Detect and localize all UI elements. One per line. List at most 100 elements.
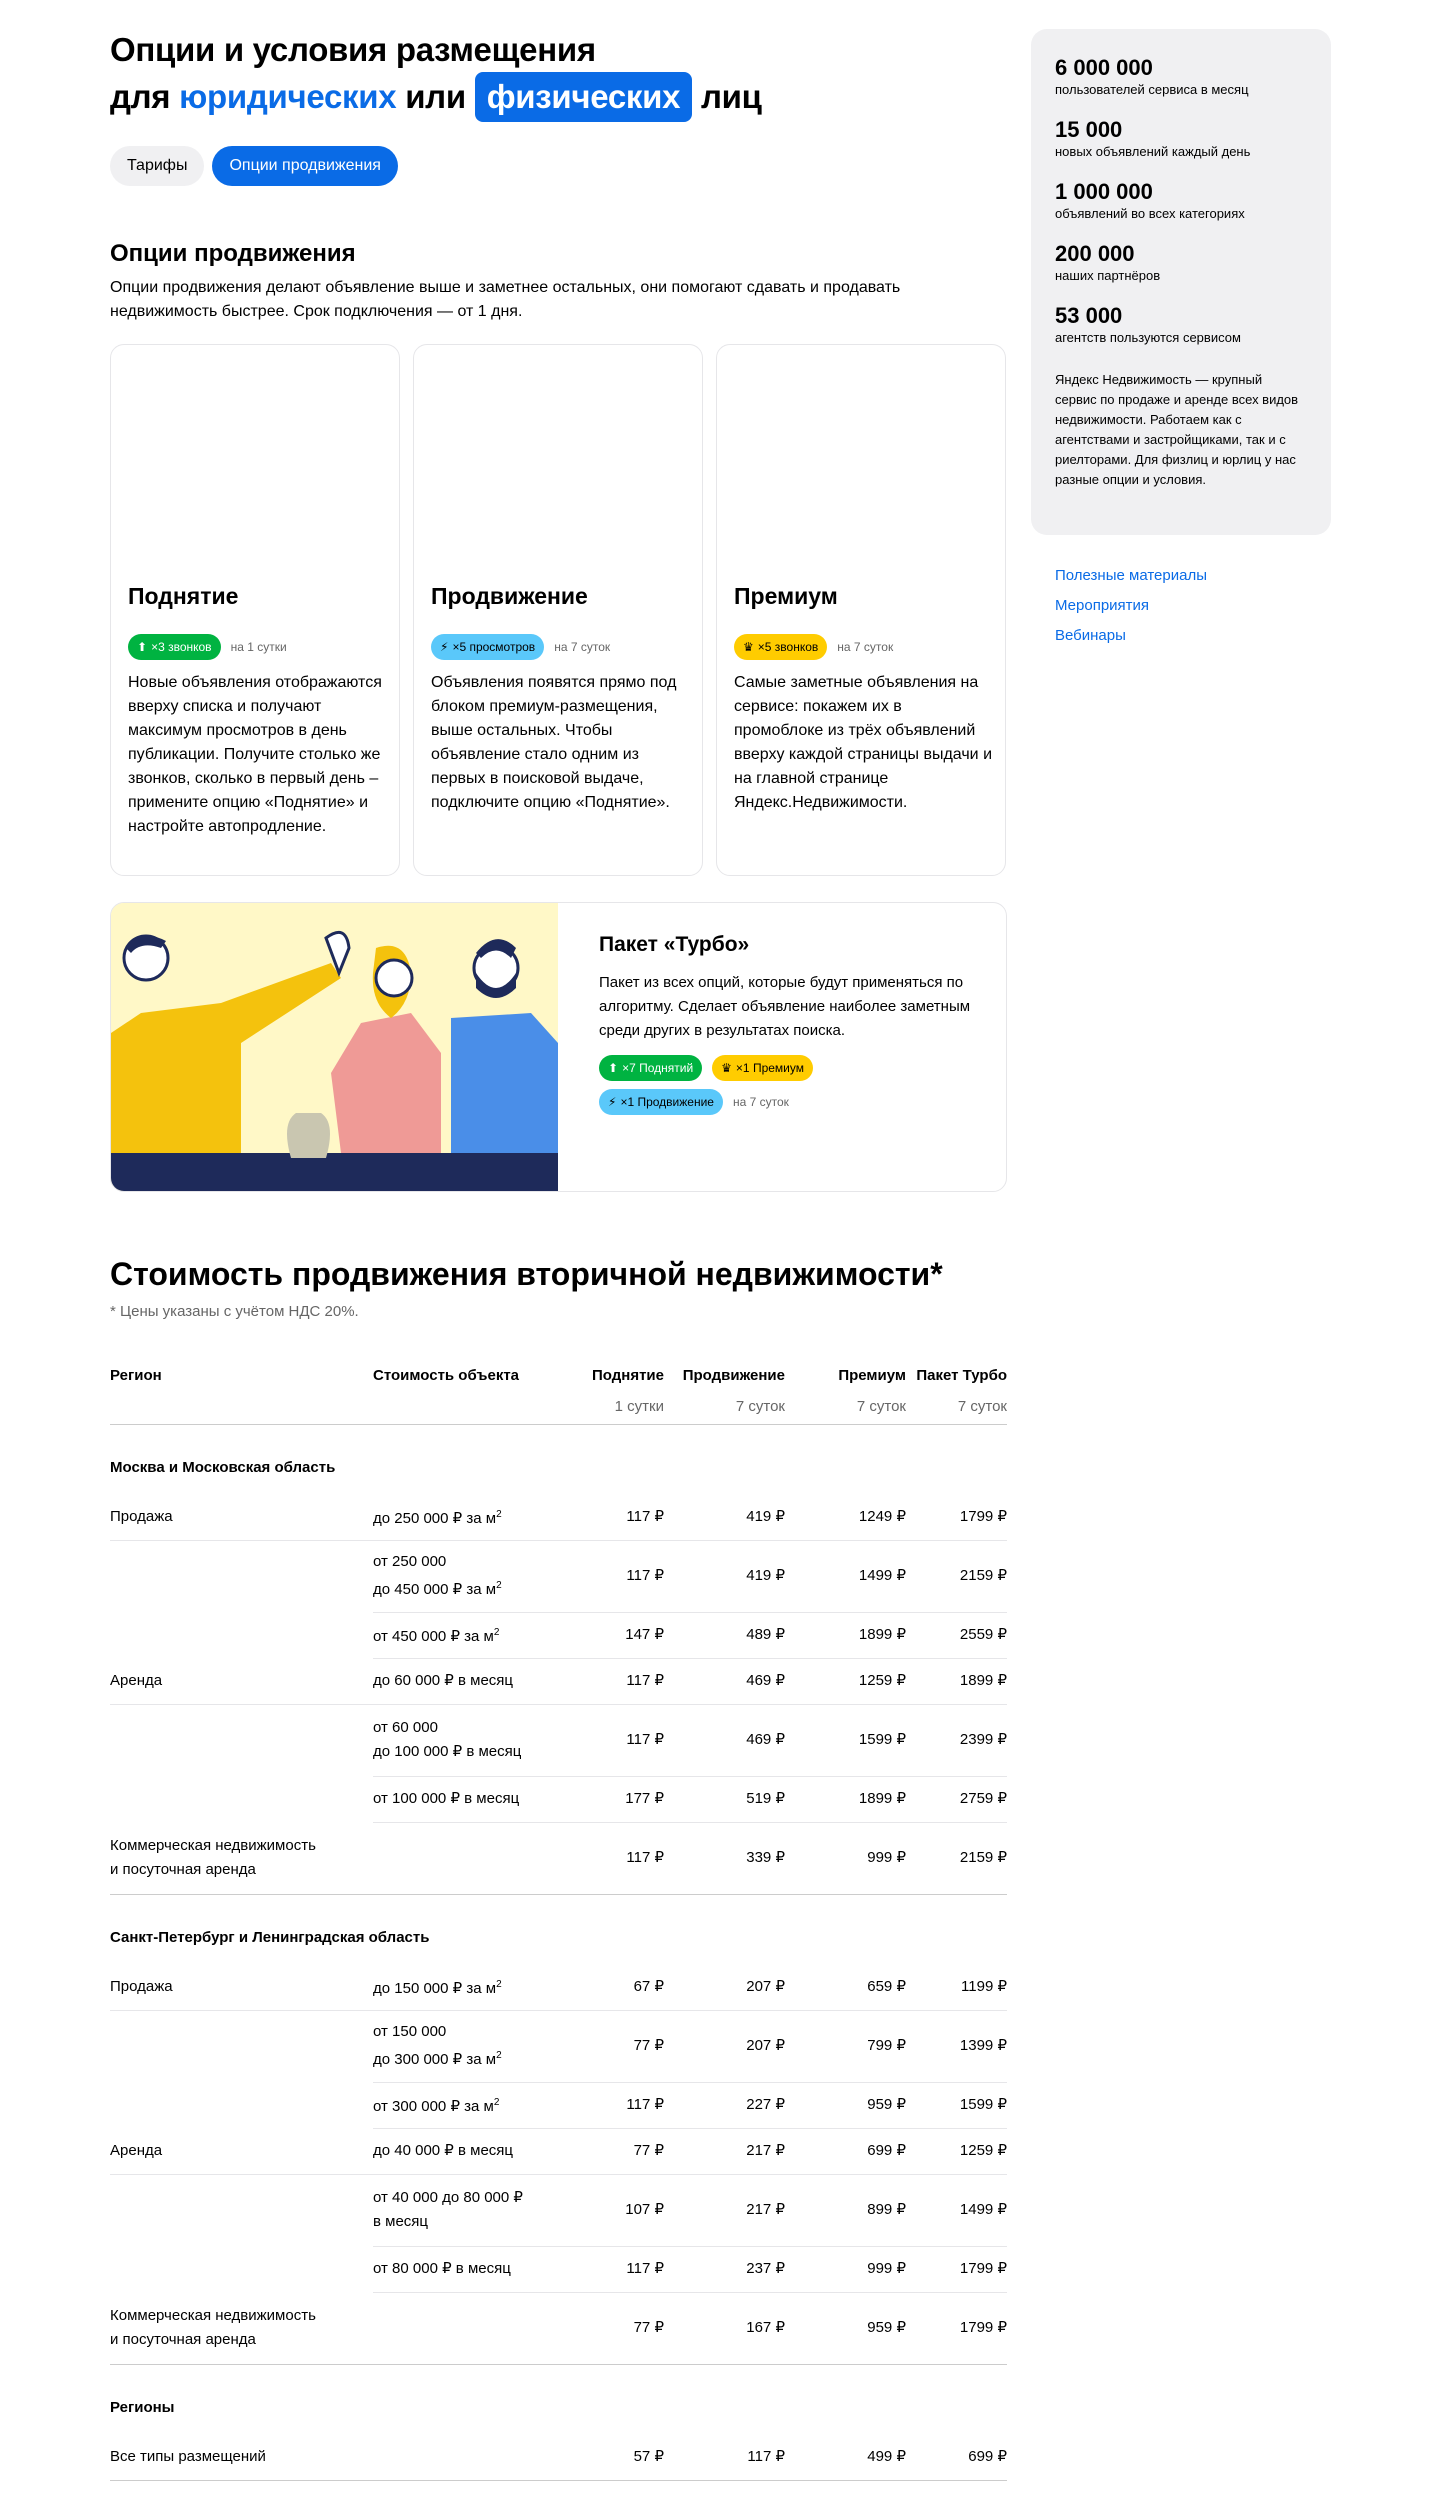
table-row: Коммерческая недвижимость и посуточная ар… xyxy=(110,1822,1007,1895)
badge-text: ×1 Продвижение xyxy=(620,1095,714,1109)
price-cell: 57 ₽ xyxy=(553,2434,664,2481)
promo-intro: Опции продвижения делают объявление выше… xyxy=(110,279,901,320)
row-type xyxy=(110,1704,373,1776)
object-text2: в месяц xyxy=(373,2213,429,2230)
stat-number: 1 000 000 xyxy=(1055,179,1153,204)
price-cell: 117 ₽ xyxy=(553,2082,664,2129)
price-cell: 1259 ₽ xyxy=(906,2128,1007,2175)
object-text: от 300 000 ₽ за м xyxy=(373,2098,494,2115)
table-row: Все типы размещений 57 ₽117 ₽499 ₽699 ₽ xyxy=(110,2434,1007,2481)
turbo-body: Пакет «Турбо» Пакет из всех опций, котор… xyxy=(599,933,979,1115)
link-useful-materials[interactable]: Полезные материалы xyxy=(1055,561,1331,591)
row-object: от 250 000 до 450 000 ₽ за м2 xyxy=(373,1540,553,1613)
lightning-icon: ⚡ xyxy=(608,1095,617,1109)
price-cell: 1799 ₽ xyxy=(906,1494,1007,1541)
row-type: Все типы размещений xyxy=(110,2434,373,2481)
tab-promo-options[interactable]: Опции продвижения xyxy=(212,146,398,186)
card-period: на 7 суток xyxy=(554,640,611,654)
price-cell: 217 ₽ xyxy=(664,2174,785,2247)
price-cell: 959 ₽ xyxy=(785,2292,906,2365)
turbo-desc: Пакет из всех опций, которые будут приме… xyxy=(599,974,971,1039)
lightning-icon: ⚡ xyxy=(440,640,449,654)
object-text: до 250 000 ₽ за м xyxy=(373,1509,497,1527)
stat-item: 200 000 наших партнёров xyxy=(1055,240,1307,284)
period-promotion: 7 суток xyxy=(664,1390,785,1425)
table-header: Регион Стоимость объекта Поднятие Продви… xyxy=(110,1360,1007,1390)
row-type-text: Коммерческая недвижимость xyxy=(110,2306,316,2324)
price-cell: 117 ₽ xyxy=(664,2434,785,2481)
row-type: Продажа xyxy=(110,1964,373,2011)
price-cell: 117 ₽ xyxy=(553,1540,664,1613)
object-text: до 40 000 ₽ в месяц xyxy=(373,2142,514,2159)
physical-persons-toggle[interactable]: физических xyxy=(474,72,693,122)
row-type-text: Коммерческая недвижимость xyxy=(110,1836,316,1854)
row-type xyxy=(110,2174,373,2246)
row-type xyxy=(110,2010,373,2082)
price-cell: 419 ₽ xyxy=(664,1494,785,1541)
row-type-text: Аренда xyxy=(110,1671,163,1689)
group-name: Москва и Московская область xyxy=(110,1459,336,1476)
legal-persons-link[interactable]: юридических xyxy=(179,78,396,115)
badge-text: ×5 звонков xyxy=(757,640,819,654)
price-cell: 419 ₽ xyxy=(664,1540,785,1613)
row-object: до 250 000 ₽ за м2 xyxy=(373,1494,553,1541)
period-empty xyxy=(373,1390,553,1425)
row-type-text: Продажа xyxy=(110,1977,173,1995)
price-cell: 147 ₽ xyxy=(553,1612,664,1659)
card-desc: Объявления появятся прямо под блоком пре… xyxy=(431,674,677,811)
badge-text: ×3 звонков xyxy=(151,640,212,654)
price-cell: 2559 ₽ xyxy=(906,1612,1007,1659)
turbo-title: Пакет «Турбо» xyxy=(599,933,750,956)
row-type xyxy=(110,1776,373,1822)
price-cell: 469 ₽ xyxy=(664,1704,785,1777)
crown-icon: ♛ xyxy=(743,640,754,654)
card-desc: Новые объявления отображаются вверху спи… xyxy=(128,674,382,835)
col-region: Регион xyxy=(110,1366,162,1384)
table-row: Коммерческая недвижимость и посуточная ар… xyxy=(110,2292,1007,2365)
price-cell: 1399 ₽ xyxy=(906,2010,1007,2083)
price-cell: 1499 ₽ xyxy=(906,2174,1007,2247)
promo-heading: Опции продвижения xyxy=(110,240,356,267)
price-cell: 117 ₽ xyxy=(553,1822,664,1895)
row-object xyxy=(373,2434,553,2481)
price-cell: 1599 ₽ xyxy=(906,2082,1007,2129)
price-cell: 2159 ₽ xyxy=(906,1540,1007,1613)
link-webinars[interactable]: Вебинары xyxy=(1055,621,1331,651)
stat-item: 53 000 агентств пользуются сервисом xyxy=(1055,302,1307,346)
card-promotion: Продвижение ⚡ ×5 просмотров на 7 суток Об… xyxy=(413,344,703,876)
row-type xyxy=(110,2246,373,2292)
price-cell: 117 ₽ xyxy=(553,1658,664,1705)
price-cell: 959 ₽ xyxy=(785,2082,906,2129)
price-cell: 899 ₽ xyxy=(785,2174,906,2247)
object-text: до 150 000 ₽ за м xyxy=(373,1979,497,1997)
premium-badge: ♛ ×5 звонков xyxy=(734,634,828,660)
title-line1: Опции и условия размещения xyxy=(110,31,596,68)
row-object: от 300 000 ₽ за м2 xyxy=(373,2082,553,2129)
stat-number: 6 000 000 xyxy=(1055,55,1153,80)
pricing-table: Регион Стоимость объекта Поднятие Продви… xyxy=(110,1360,1007,2481)
row-type-text: Аренда xyxy=(110,2141,163,2159)
price-cell: 999 ₽ xyxy=(785,1822,906,1895)
col-premium: Премиум xyxy=(838,1366,906,1384)
object-text: от 40 000 до 80 000 ₽ xyxy=(373,2189,523,2206)
price-cell: 217 ₽ xyxy=(664,2128,785,2175)
price-cell: 167 ₽ xyxy=(664,2292,785,2365)
object-text: от 80 000 ₽ в месяц xyxy=(373,2260,511,2277)
promotion-badge: ⚡ ×1 Продвижение xyxy=(599,1089,723,1115)
title-for: для xyxy=(110,78,171,115)
tab-tariffs[interactable]: Тарифы xyxy=(110,146,205,186)
people-illustration-svg xyxy=(111,903,558,1191)
card-meta: ⚡ ×5 просмотров на 7 суток xyxy=(431,634,610,660)
group-name: Санкт-Петербург и Ленинградская область xyxy=(110,1929,430,1946)
card-title: Продвижение xyxy=(431,583,588,609)
stat-number: 200 000 xyxy=(1055,241,1135,266)
price-cell: 699 ₽ xyxy=(906,2434,1007,2481)
pricing-body: Москва и Московская область Продажа до 250… xyxy=(110,1424,1007,2481)
link-events[interactable]: Мероприятия xyxy=(1055,591,1331,621)
price-cell: 1899 ₽ xyxy=(785,1776,906,1823)
arrow-up-icon: ⬆ xyxy=(137,640,148,654)
price-cell: 67 ₽ xyxy=(553,1964,664,2011)
badge-text: ×5 просмотров xyxy=(452,640,536,654)
price-cell: 117 ₽ xyxy=(553,1704,664,1777)
object-text: от 100 000 ₽ в месяц xyxy=(373,1790,520,1807)
